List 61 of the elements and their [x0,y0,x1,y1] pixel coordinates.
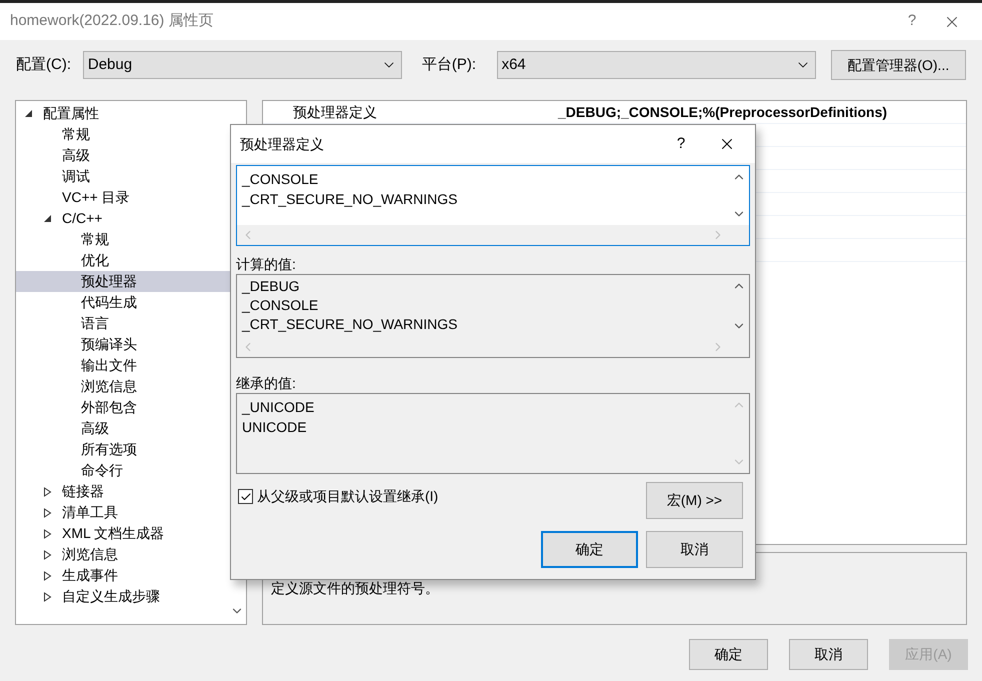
inherited-line: _UNICODE [242,399,314,415]
collapsed-triangle-icon[interactable] [43,528,52,538]
tree-item[interactable]: 代码生成 [81,292,137,313]
definitions-field[interactable]: _CONSOLE _CRT_SECURE_NO_WARNINGS [236,165,750,246]
window-title: homework(2022.09.16) 属性页 [10,11,214,32]
expanded-triangle-icon[interactable] [43,214,52,223]
evaluated-line: _DEBUG [242,278,300,294]
tree-item[interactable]: 外部包含 [81,397,137,418]
tree-item[interactable]: 生成事件 [62,565,118,586]
collapsed-triangle-icon[interactable] [43,550,52,560]
config-label: 配置(C): [16,54,72,75]
collapsed-triangle-icon[interactable] [43,486,52,496]
tree-item[interactable]: 所有选项 [81,439,137,460]
tree-item[interactable]: 浏览信息 [62,544,118,565]
tree-item[interactable]: 清单工具 [62,502,118,523]
tree-item[interactable]: 链接器 [62,481,104,502]
tree-item[interactable]: 语言 [81,313,109,334]
dialog-button[interactable]: 取消 [789,639,868,670]
collapsed-triangle-icon[interactable] [43,592,52,602]
tree-item[interactable]: 高级 [62,145,90,166]
tree-item[interactable]: 自定义生成步骤 [62,586,160,607]
tree-item[interactable]: C/C++ [62,208,102,229]
dialog-button[interactable]: 确定 [541,531,638,568]
dialog-button[interactable]: 确定 [689,639,768,670]
platform-label: 平台(P): [422,54,478,75]
tree-item[interactable]: 命令行 [81,460,123,481]
tree-item[interactable]: 输出文件 [81,355,137,376]
collapsed-triangle-icon[interactable] [43,570,52,580]
definition-line: _CONSOLE [242,171,318,187]
property-name[interactable]: 预处理器定义 [263,102,558,122]
help-button[interactable]: ? [892,10,932,33]
tree-item[interactable]: 优化 [81,250,109,271]
tree-item[interactable]: 预编译头 [81,334,137,355]
tree-item[interactable]: 常规 [62,124,90,145]
inherit-label[interactable]: 从父级或项目默认设置继承(I) [257,486,438,507]
tree-item[interactable]: 高级 [81,418,109,439]
dialog-title: 预处理器定义 [240,134,325,154]
definition-line: _CRT_SECURE_NO_WARNINGS [242,191,458,207]
expanded-triangle-icon[interactable] [24,109,33,118]
macros-button[interactable]: 宏(M) >> [646,482,743,519]
tree-item[interactable]: 浏览信息 [81,376,137,397]
dialog-button[interactable]: 取消 [646,531,743,568]
property-value[interactable]: _DEBUG;_CONSOLE;%(PreprocessorDefinitions) [558,102,888,122]
tree-item[interactable]: VC++ 目录 [62,187,130,208]
tree-item[interactable]: 配置属性 [43,103,99,124]
evaluated-line: _CONSOLE [242,297,318,313]
platform-dropdown[interactable]: x64 [496,51,816,79]
evaluated-line: _CRT_SECURE_NO_WARNINGS [242,316,458,332]
description-text: 定义源文件的预处理符号。 [271,580,439,596]
inherited-line: UNICODE [242,419,307,435]
tree-item[interactable]: 常规 [81,229,109,250]
help-button[interactable]: ? [663,132,699,156]
collapsed-triangle-icon[interactable] [43,508,52,518]
evaluated-label: 计算的值: [236,255,297,274]
tree-item[interactable]: XML 文档生成器 [62,523,164,544]
tree-item[interactable]: 调试 [62,166,90,187]
inherit-checkbox[interactable] [238,489,253,504]
config-manager-button[interactable]: 配置管理器(O)... [830,50,966,80]
inherited-label: 继承的值: [236,374,297,393]
checkmark-icon [240,490,252,502]
config-dropdown[interactable]: Debug [82,51,402,79]
